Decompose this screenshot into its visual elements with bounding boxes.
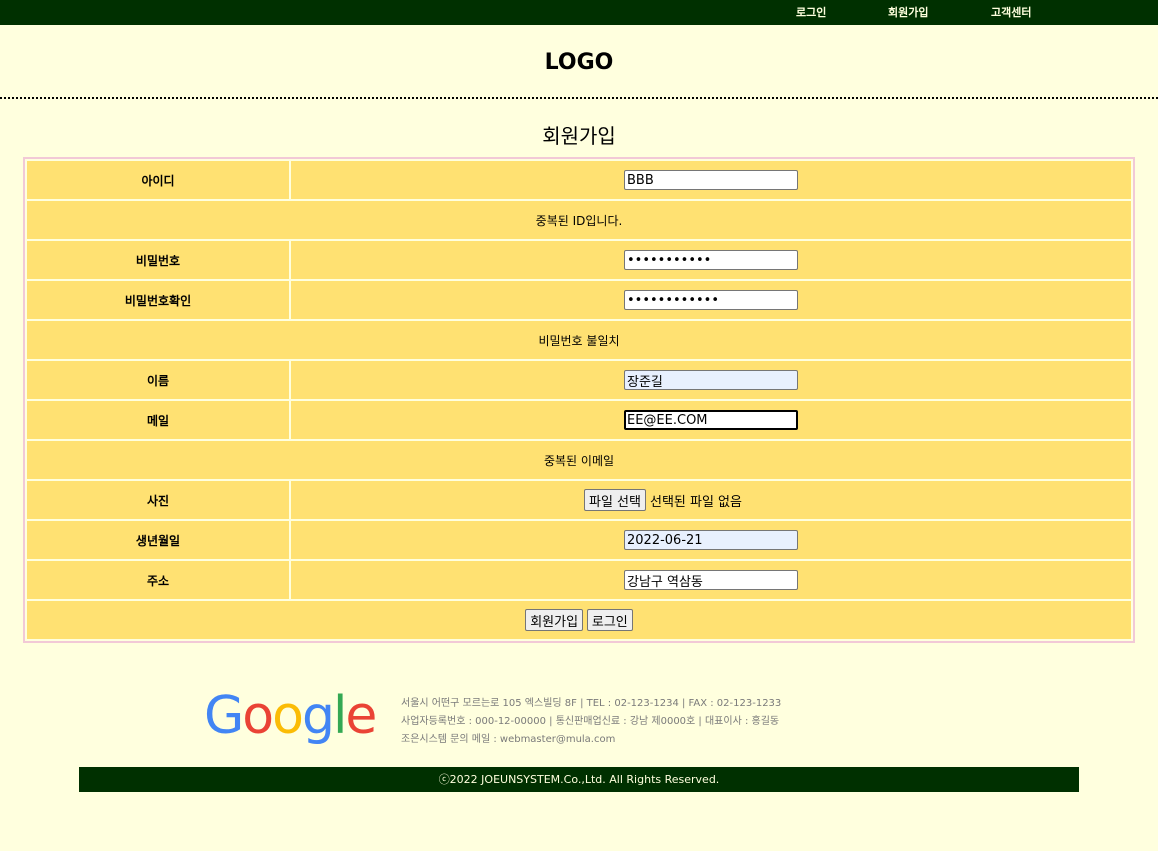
birth-row: 생년월일: [27, 521, 1131, 559]
birth-cell: [291, 521, 1131, 559]
logo-letter: l: [332, 686, 348, 746]
name-cell: [291, 361, 1131, 399]
email-cell: [291, 401, 1131, 439]
password-label: 비밀번호: [27, 241, 289, 279]
id-row: 아이디: [27, 161, 1131, 199]
password-mismatch-message: 비밀번호 불일치: [27, 321, 1131, 359]
footer-company-info: 서울시 어떤구 모르는로 105 엑스빌딩 8F | TEL : 02-123-…: [401, 695, 781, 749]
id-input[interactable]: [624, 170, 798, 190]
header-divider: [0, 97, 1158, 99]
password-confirm-row: 비밀번호확인: [27, 281, 1131, 319]
address-cell: [291, 561, 1131, 599]
email-duplicate-message: 중복된 이메일: [27, 441, 1131, 479]
birth-label: 생년월일: [27, 521, 289, 559]
footer-contact-line: 조은시스템 문의 메일 : webmaster@mula.com: [401, 734, 616, 745]
id-label: 아이디: [27, 161, 289, 199]
password-confirm-cell: [291, 281, 1131, 319]
email-row: 메일: [27, 401, 1131, 439]
page-title: 회원가입: [542, 124, 616, 148]
password-input[interactable]: [624, 250, 798, 270]
password-message-row: 비밀번호 불일치: [27, 321, 1131, 359]
login-button[interactable]: 로그인: [586, 609, 633, 631]
name-row: 이름: [27, 361, 1131, 399]
logo-letter: e: [345, 686, 377, 746]
password-row: 비밀번호: [27, 241, 1131, 279]
signup-submit-button[interactable]: 회원가입: [525, 609, 584, 631]
file-status-text: 선택된 파일 없음: [649, 494, 742, 510]
id-message-row: 중복된 ID입니다.: [27, 201, 1131, 239]
copyright-bar: ⓒ2022 JOEUNSYSTEM.Co.,Ltd. All Rights Re…: [79, 767, 1079, 792]
button-cell: 회원가입 로그인: [27, 601, 1131, 639]
footer-google-logo: Google: [204, 690, 377, 742]
nav-login-link[interactable]: 로그인: [796, 4, 826, 20]
id-duplicate-message: 중복된 ID입니다.: [27, 201, 1131, 239]
logo-letter: G: [204, 686, 244, 746]
file-select-button[interactable]: 파일 선택: [584, 489, 646, 511]
password-cell: [291, 241, 1131, 279]
address-label: 주소: [27, 561, 289, 599]
button-row: 회원가입 로그인: [27, 601, 1131, 639]
address-row: 주소: [27, 561, 1131, 599]
photo-row: 사진 파일 선택 선택된 파일 없음: [27, 481, 1131, 519]
password-confirm-label: 비밀번호확인: [27, 281, 289, 319]
footer-address-line: 서울시 어떤구 모르는로 105 엑스빌딩 8F | TEL : 02-123-…: [401, 698, 782, 709]
footer-business-line: 사업자등록번호 : 000-12-00000 | 통신판매업신료 : 강남 제0…: [401, 716, 780, 727]
email-message-row: 중복된 이메일: [27, 441, 1131, 479]
logo-letter: o: [242, 686, 274, 746]
logo-letter: o: [272, 686, 304, 746]
id-cell: [291, 161, 1131, 199]
password-confirm-input[interactable]: [624, 290, 798, 310]
email-label: 메일: [27, 401, 289, 439]
name-input[interactable]: [624, 370, 798, 390]
email-input[interactable]: [624, 410, 798, 430]
photo-label: 사진: [27, 481, 289, 519]
site-logo[interactable]: LOGO: [0, 50, 1158, 75]
photo-cell: 파일 선택 선택된 파일 없음: [291, 481, 1131, 519]
nav-support-link[interactable]: 고객센터: [991, 4, 1031, 20]
logo-letter: g: [301, 686, 335, 746]
name-label: 이름: [27, 361, 289, 399]
signup-form-table: 아이디 중복된 ID입니다. 비밀번호 비밀번호확인 비밀번호 불일치 이름 메…: [23, 157, 1135, 643]
top-navigation-bar: 로그인 회원가입 고객센터: [0, 0, 1158, 25]
birth-date-input[interactable]: [624, 530, 798, 550]
nav-signup-link[interactable]: 회원가입: [888, 4, 928, 20]
address-input[interactable]: [624, 570, 798, 590]
